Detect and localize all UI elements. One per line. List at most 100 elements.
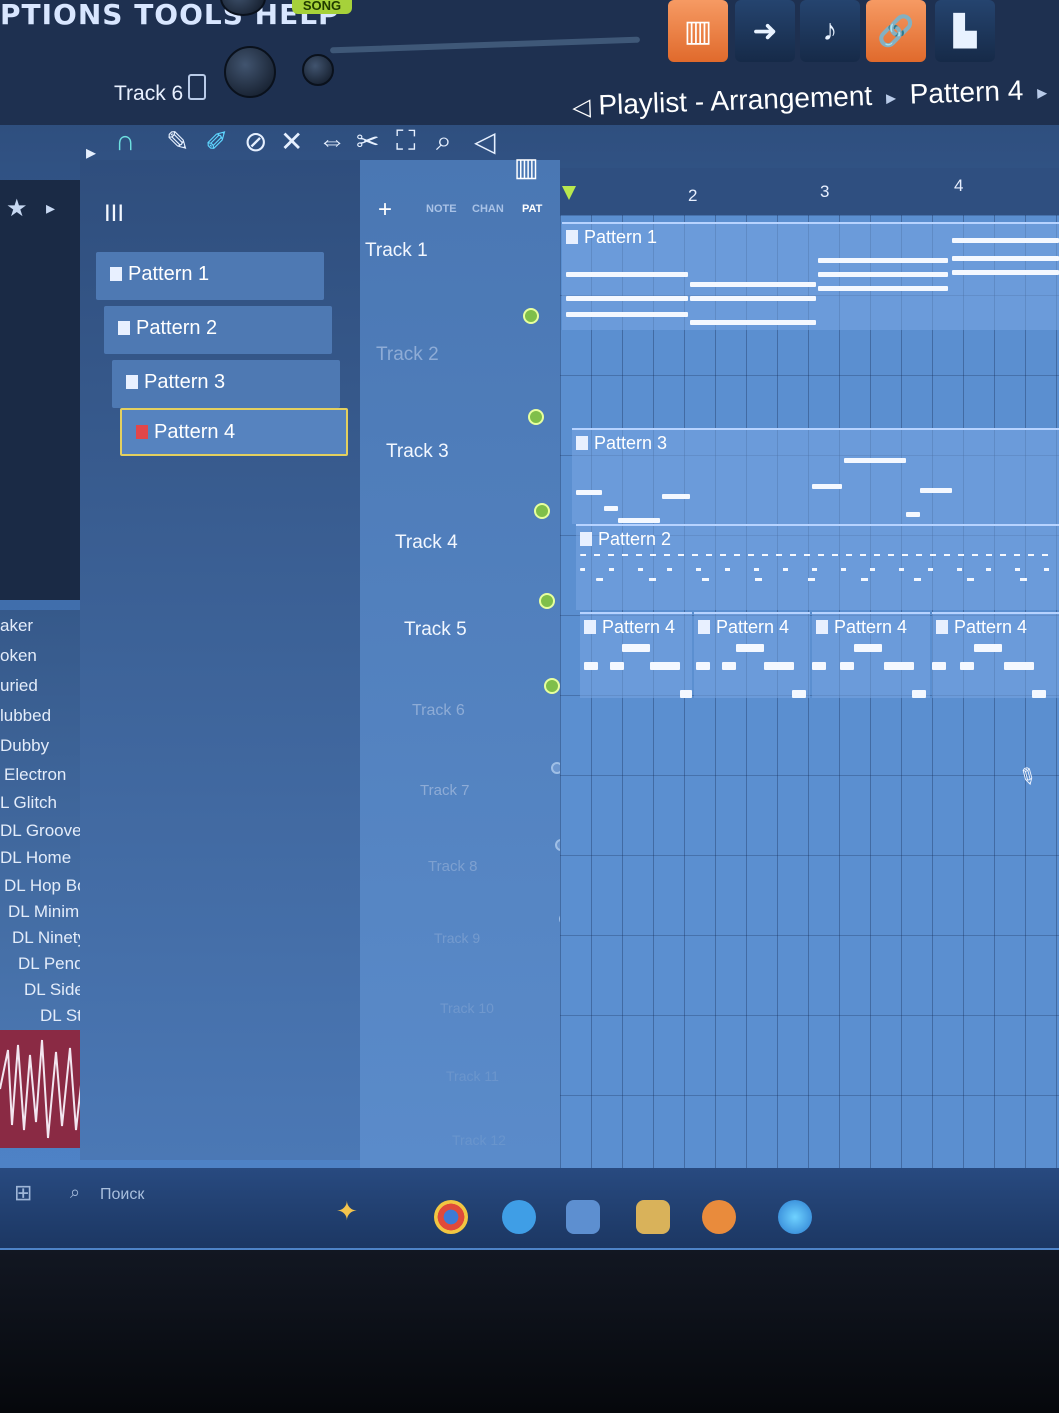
note [576, 490, 602, 495]
mute-icon[interactable]: ✕ [280, 125, 303, 158]
track-5[interactable]: Track 5 [404, 619, 467, 641]
pattern-clip[interactable]: Pattern 4 [694, 612, 810, 698]
timeline-ruler[interactable] [560, 168, 1059, 216]
track-5-dot[interactable] [544, 678, 560, 694]
browser-item[interactable]: uried [0, 676, 38, 696]
clip-label: Pattern 4 [816, 617, 907, 638]
link-button[interactable]: 🔗 [866, 0, 926, 62]
chevron-right-icon[interactable]: ▸ [46, 198, 55, 219]
pattern-item-1[interactable]: Pattern 1 [96, 252, 324, 300]
track-3[interactable]: Track 3 [386, 441, 449, 463]
bar-number: 4 [954, 176, 964, 195]
star-icon[interactable]: ★ [6, 194, 28, 223]
pattern-clip[interactable]: Pattern 2 [576, 524, 1059, 610]
slip-icon[interactable]: ⇔ [318, 125, 346, 157]
note-tab[interactable]: NOTE [426, 203, 457, 215]
pattern-clip[interactable]: Pattern 1 [562, 222, 1059, 330]
note [812, 662, 826, 670]
add-track-button[interactable]: + [378, 196, 392, 224]
browser-item[interactable]: lubbed [0, 706, 51, 726]
taskbar-search-input[interactable]: Поиск [100, 1186, 144, 1204]
pattern-clip[interactable]: Pattern 4 [580, 612, 692, 698]
zoom-icon[interactable]: ⌕ [436, 125, 452, 158]
playlist-grid[interactable] [560, 215, 1059, 1215]
track-3-dot[interactable] [534, 503, 550, 519]
browser-item[interactable]: DL Groover [0, 821, 87, 841]
piano-roll-icon[interactable]: ▥ [514, 152, 539, 183]
browser-item[interactable]: DL Home [0, 848, 71, 868]
pattern-clip[interactable]: Pattern 3 [572, 428, 1059, 524]
note [844, 458, 906, 463]
fl-studio-icon[interactable] [702, 1200, 736, 1234]
pattern-icon [136, 425, 148, 439]
fl-studio-window: PTIONS TOOLS HELP SONG Track 6 ▥ ➜ ♪ 🔗 ▙… [0, 0, 1059, 1280]
track-2-dot[interactable] [528, 409, 544, 425]
paint-icon[interactable]: ✐ [205, 125, 228, 158]
track-1[interactable]: Track 1 [365, 240, 428, 262]
browser-item[interactable]: Dubby [0, 736, 49, 756]
pattern-clip[interactable]: Pattern 4 [932, 612, 1059, 698]
pattern-item-3[interactable]: Pattern 3 [112, 360, 340, 408]
magnet-icon[interactable]: ∩ [115, 125, 135, 157]
arrow-button[interactable]: ➜ [735, 0, 795, 62]
track-12[interactable]: Track 12 [452, 1132, 506, 1148]
pattern-item-4[interactable]: Pattern 4 [120, 408, 348, 456]
browser-item[interactable]: oken [0, 646, 37, 666]
channel-track-label: Track 6 [114, 82, 184, 105]
telegram-icon[interactable] [502, 1200, 536, 1234]
master-slider[interactable] [329, 36, 641, 54]
current-pattern[interactable]: Pattern 4 [909, 75, 1024, 110]
browser-item[interactable]: aker [0, 616, 33, 636]
clip-label: Pattern 4 [698, 617, 789, 638]
piano-icon[interactable]: III [104, 200, 124, 228]
chrome-icon[interactable] [434, 1200, 468, 1234]
delete-icon[interactable]: ⊘ [244, 125, 267, 158]
track-6[interactable]: Track 6 [412, 702, 465, 720]
pattern-item-2[interactable]: Pattern 2 [104, 306, 332, 354]
chevron-right-icon[interactable]: ▸ [1037, 82, 1048, 104]
monitor-bezel [0, 1250, 1059, 1413]
pitch-knob[interactable] [302, 54, 334, 86]
pat-tab[interactable]: PAT [522, 203, 542, 215]
search-icon[interactable]: ⌕ [70, 1182, 80, 1203]
track-7[interactable]: Track 7 [420, 782, 469, 799]
pattern-icon [126, 375, 138, 389]
pattern-clip[interactable]: Pattern 4 [812, 612, 930, 698]
browser-item[interactable]: L Glitch [0, 793, 57, 813]
mixer-button[interactable]: ▙ [935, 0, 995, 62]
note [736, 644, 764, 652]
folder-icon[interactable] [636, 1200, 670, 1234]
pencil-icon[interactable]: ✎ [166, 125, 189, 158]
track-4[interactable]: Track 4 [395, 532, 458, 554]
track-1-dot[interactable] [523, 308, 539, 324]
piano-roll-button[interactable]: ▥ [668, 0, 728, 62]
note [912, 690, 926, 698]
note [566, 296, 688, 301]
track-8[interactable]: Track 8 [428, 858, 477, 875]
note [812, 484, 842, 489]
note [840, 662, 854, 670]
note [610, 662, 624, 670]
edge-icon[interactable] [778, 1200, 812, 1234]
chevron-right-icon: ▸ [885, 87, 897, 110]
track-10[interactable]: Track 10 [440, 1000, 494, 1016]
windows-start-icon[interactable]: ⊞ [14, 1180, 32, 1206]
track-4-dot[interactable] [539, 593, 555, 609]
plugin-button[interactable]: ♪ [800, 0, 860, 62]
playback-icon[interactable]: ◁ [474, 125, 496, 158]
song-mode-button[interactable]: SONG [292, 0, 352, 14]
note [580, 568, 1050, 571]
slice-icon[interactable]: ✂ [356, 125, 379, 158]
volume-knob[interactable] [224, 46, 276, 98]
trash-icon[interactable] [188, 74, 206, 100]
main-menu[interactable]: PTIONS TOOLS HELP [0, 0, 340, 31]
browser-item[interactable]: Electron [4, 765, 66, 785]
playhead-marker[interactable] [562, 186, 576, 200]
browser-item[interactable]: DL Ninety [12, 928, 86, 948]
track-9[interactable]: Track 9 [434, 930, 480, 946]
store-icon[interactable] [566, 1200, 600, 1234]
select-icon[interactable]: ⛶ [396, 125, 416, 158]
chan-tab[interactable]: CHAN [472, 203, 504, 215]
track-2[interactable]: Track 2 [376, 344, 439, 366]
track-11[interactable]: Track 11 [446, 1068, 499, 1084]
